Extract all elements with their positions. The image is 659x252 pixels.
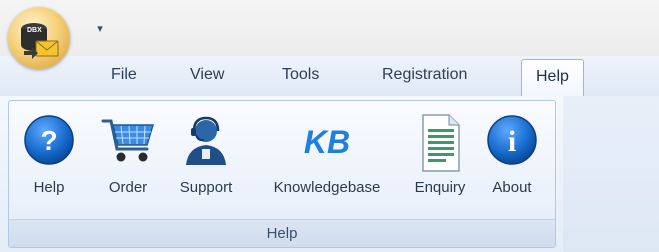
knowledgebase-button[interactable]: KB Knowledgebase (252, 109, 402, 204)
ribbon-tab-row: File View Tools Registration Help (0, 56, 659, 97)
help-button-label: Help (33, 179, 65, 196)
ribbon-group-label: Help (9, 219, 555, 247)
app-orb-button[interactable]: DBX (8, 7, 70, 69)
tab-view[interactable]: View (190, 66, 224, 84)
svg-text:i: i (508, 125, 516, 158)
quick-access-dropdown-icon[interactable]: ▾ (94, 22, 106, 36)
ribbon-group-help: ? Help Order Support KB Knowledgebase En… (8, 100, 556, 248)
ribbon-empty-area (563, 96, 659, 252)
tab-help[interactable]: Help (521, 59, 584, 97)
title-bar: ▾ (0, 0, 659, 56)
tab-file[interactable]: File (111, 66, 137, 84)
support-agent-icon (186, 116, 226, 165)
info-icon: i (487, 115, 537, 165)
knowledgebase-button-label: Knowledgebase (273, 179, 381, 196)
svg-text:?: ? (40, 125, 57, 156)
enquiry-button[interactable]: Enquiry (403, 109, 477, 204)
document-icon (422, 114, 460, 172)
support-button-label: Support (179, 179, 233, 196)
help-icon: ? (24, 115, 74, 165)
tab-tools[interactable]: Tools (282, 66, 319, 84)
svg-text:KB: KB (304, 124, 350, 160)
enquiry-button-label: Enquiry (414, 179, 466, 196)
help-button[interactable]: ? Help (23, 109, 75, 204)
support-button[interactable]: Support (169, 109, 243, 204)
svg-text:DBX: DBX (27, 27, 42, 34)
app-orb-icon: DBX (21, 23, 59, 59)
ribbon-panel: ? Help Order Support KB Knowledgebase En… (0, 96, 659, 252)
about-button-label: About (492, 179, 532, 196)
tab-registration[interactable]: Registration (382, 66, 467, 84)
cart-icon (101, 119, 155, 162)
kb-icon: KB (304, 124, 350, 160)
order-button[interactable]: Order (101, 109, 155, 204)
order-button-label: Order (108, 179, 148, 196)
about-button[interactable]: i About (483, 109, 541, 204)
